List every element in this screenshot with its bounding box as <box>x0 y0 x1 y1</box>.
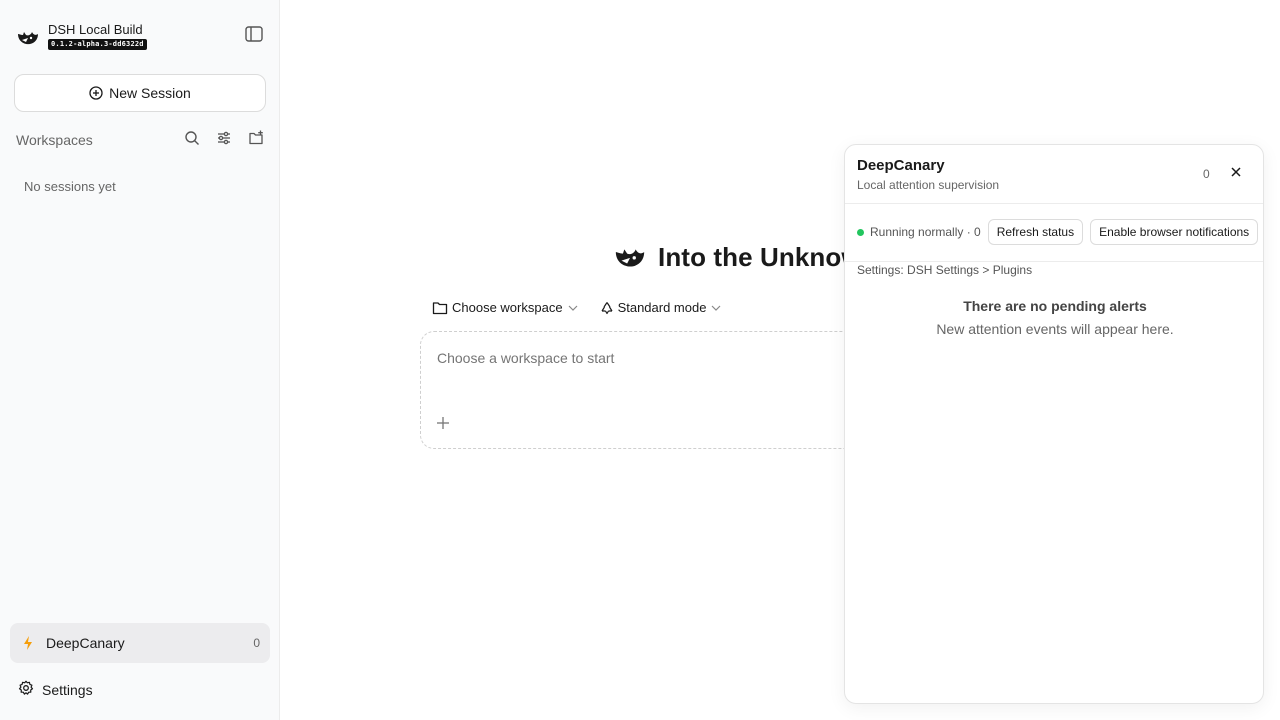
gear-icon <box>18 680 34 701</box>
bolt-icon <box>22 635 36 651</box>
enable-notifications-button[interactable]: Enable browser notifications <box>1090 219 1259 245</box>
deepcanary-count: 0 <box>253 636 260 650</box>
chevron-down-icon <box>711 305 721 311</box>
whale-logo-icon <box>16 24 40 48</box>
new-session-button[interactable]: New Session <box>14 74 266 112</box>
composer <box>420 331 860 449</box>
folder-icon <box>432 301 448 315</box>
status-text: Running normally · 0 <box>870 225 981 239</box>
empty-state-subtitle: New attention events will appear here. <box>936 321 1174 337</box>
hero: Into the Unknown <box>612 238 878 277</box>
panel-title: DeepCanary <box>857 157 945 174</box>
divider <box>845 203 1263 204</box>
filter-button[interactable] <box>214 130 234 150</box>
sidebar-toggle-icon <box>245 25 263 47</box>
mode-dropdown[interactable]: Standard mode <box>600 300 722 315</box>
workspaces-header: Workspaces <box>16 130 266 150</box>
sliders-icon <box>216 130 232 151</box>
attach-button[interactable] <box>433 415 453 435</box>
deepcanary-panel: DeepCanary Local attention supervision 0… <box>844 144 1264 704</box>
choose-workspace-dropdown[interactable]: Choose workspace <box>432 300 578 315</box>
sidebar-toggle-button[interactable] <box>244 25 264 47</box>
panel-subtitle: Local attention supervision <box>857 178 1000 192</box>
choose-workspace-label: Choose workspace <box>452 300 563 315</box>
mode-label: Standard mode <box>617 300 707 315</box>
recycle-icon <box>600 301 614 315</box>
version-badge: 0.1.2-alpha.3-dd6322d <box>48 39 147 50</box>
search-button[interactable] <box>182 130 202 150</box>
settings-label: Settings <box>42 682 93 698</box>
no-sessions-text: No sessions yet <box>24 179 116 194</box>
folder-plus-icon <box>248 130 264 151</box>
whale-logo-icon <box>612 238 648 277</box>
status-dot <box>857 228 864 236</box>
search-icon <box>184 130 200 151</box>
brand: DSH Local Build 0.1.2-alpha.3-dd6322d <box>16 22 147 50</box>
new-session-label: New Session <box>109 85 191 101</box>
app-title: DSH Local Build <box>48 22 143 37</box>
divider <box>845 261 1263 262</box>
add-workspace-button[interactable] <box>246 130 266 150</box>
plus-icon <box>436 416 450 435</box>
sidebar-item-settings[interactable]: Settings <box>10 676 270 704</box>
panel-count: 0 <box>1203 167 1210 181</box>
status-row: Running normally · 0 Refresh status Enab… <box>857 219 1259 245</box>
deepcanary-label: DeepCanary <box>46 635 125 651</box>
settings-path: Settings: DSH Settings > Plugins <box>857 263 1033 277</box>
plus-circle-icon <box>89 86 103 100</box>
composer-input[interactable] <box>437 350 837 366</box>
refresh-status-button[interactable]: Refresh status <box>987 219 1084 245</box>
workspaces-label: Workspaces <box>16 132 93 148</box>
composer-toolbar: Choose workspace Standard mode <box>432 300 743 315</box>
chevron-down-icon <box>568 305 578 311</box>
sidebar: DSH Local Build 0.1.2-alpha.3-dd6322d Ne… <box>0 0 280 720</box>
close-icon <box>1230 165 1242 183</box>
empty-state-title: There are no pending alerts <box>963 298 1147 314</box>
panel-close-button[interactable] <box>1226 164 1246 184</box>
sidebar-item-deepcanary[interactable]: DeepCanary 0 <box>10 623 270 663</box>
